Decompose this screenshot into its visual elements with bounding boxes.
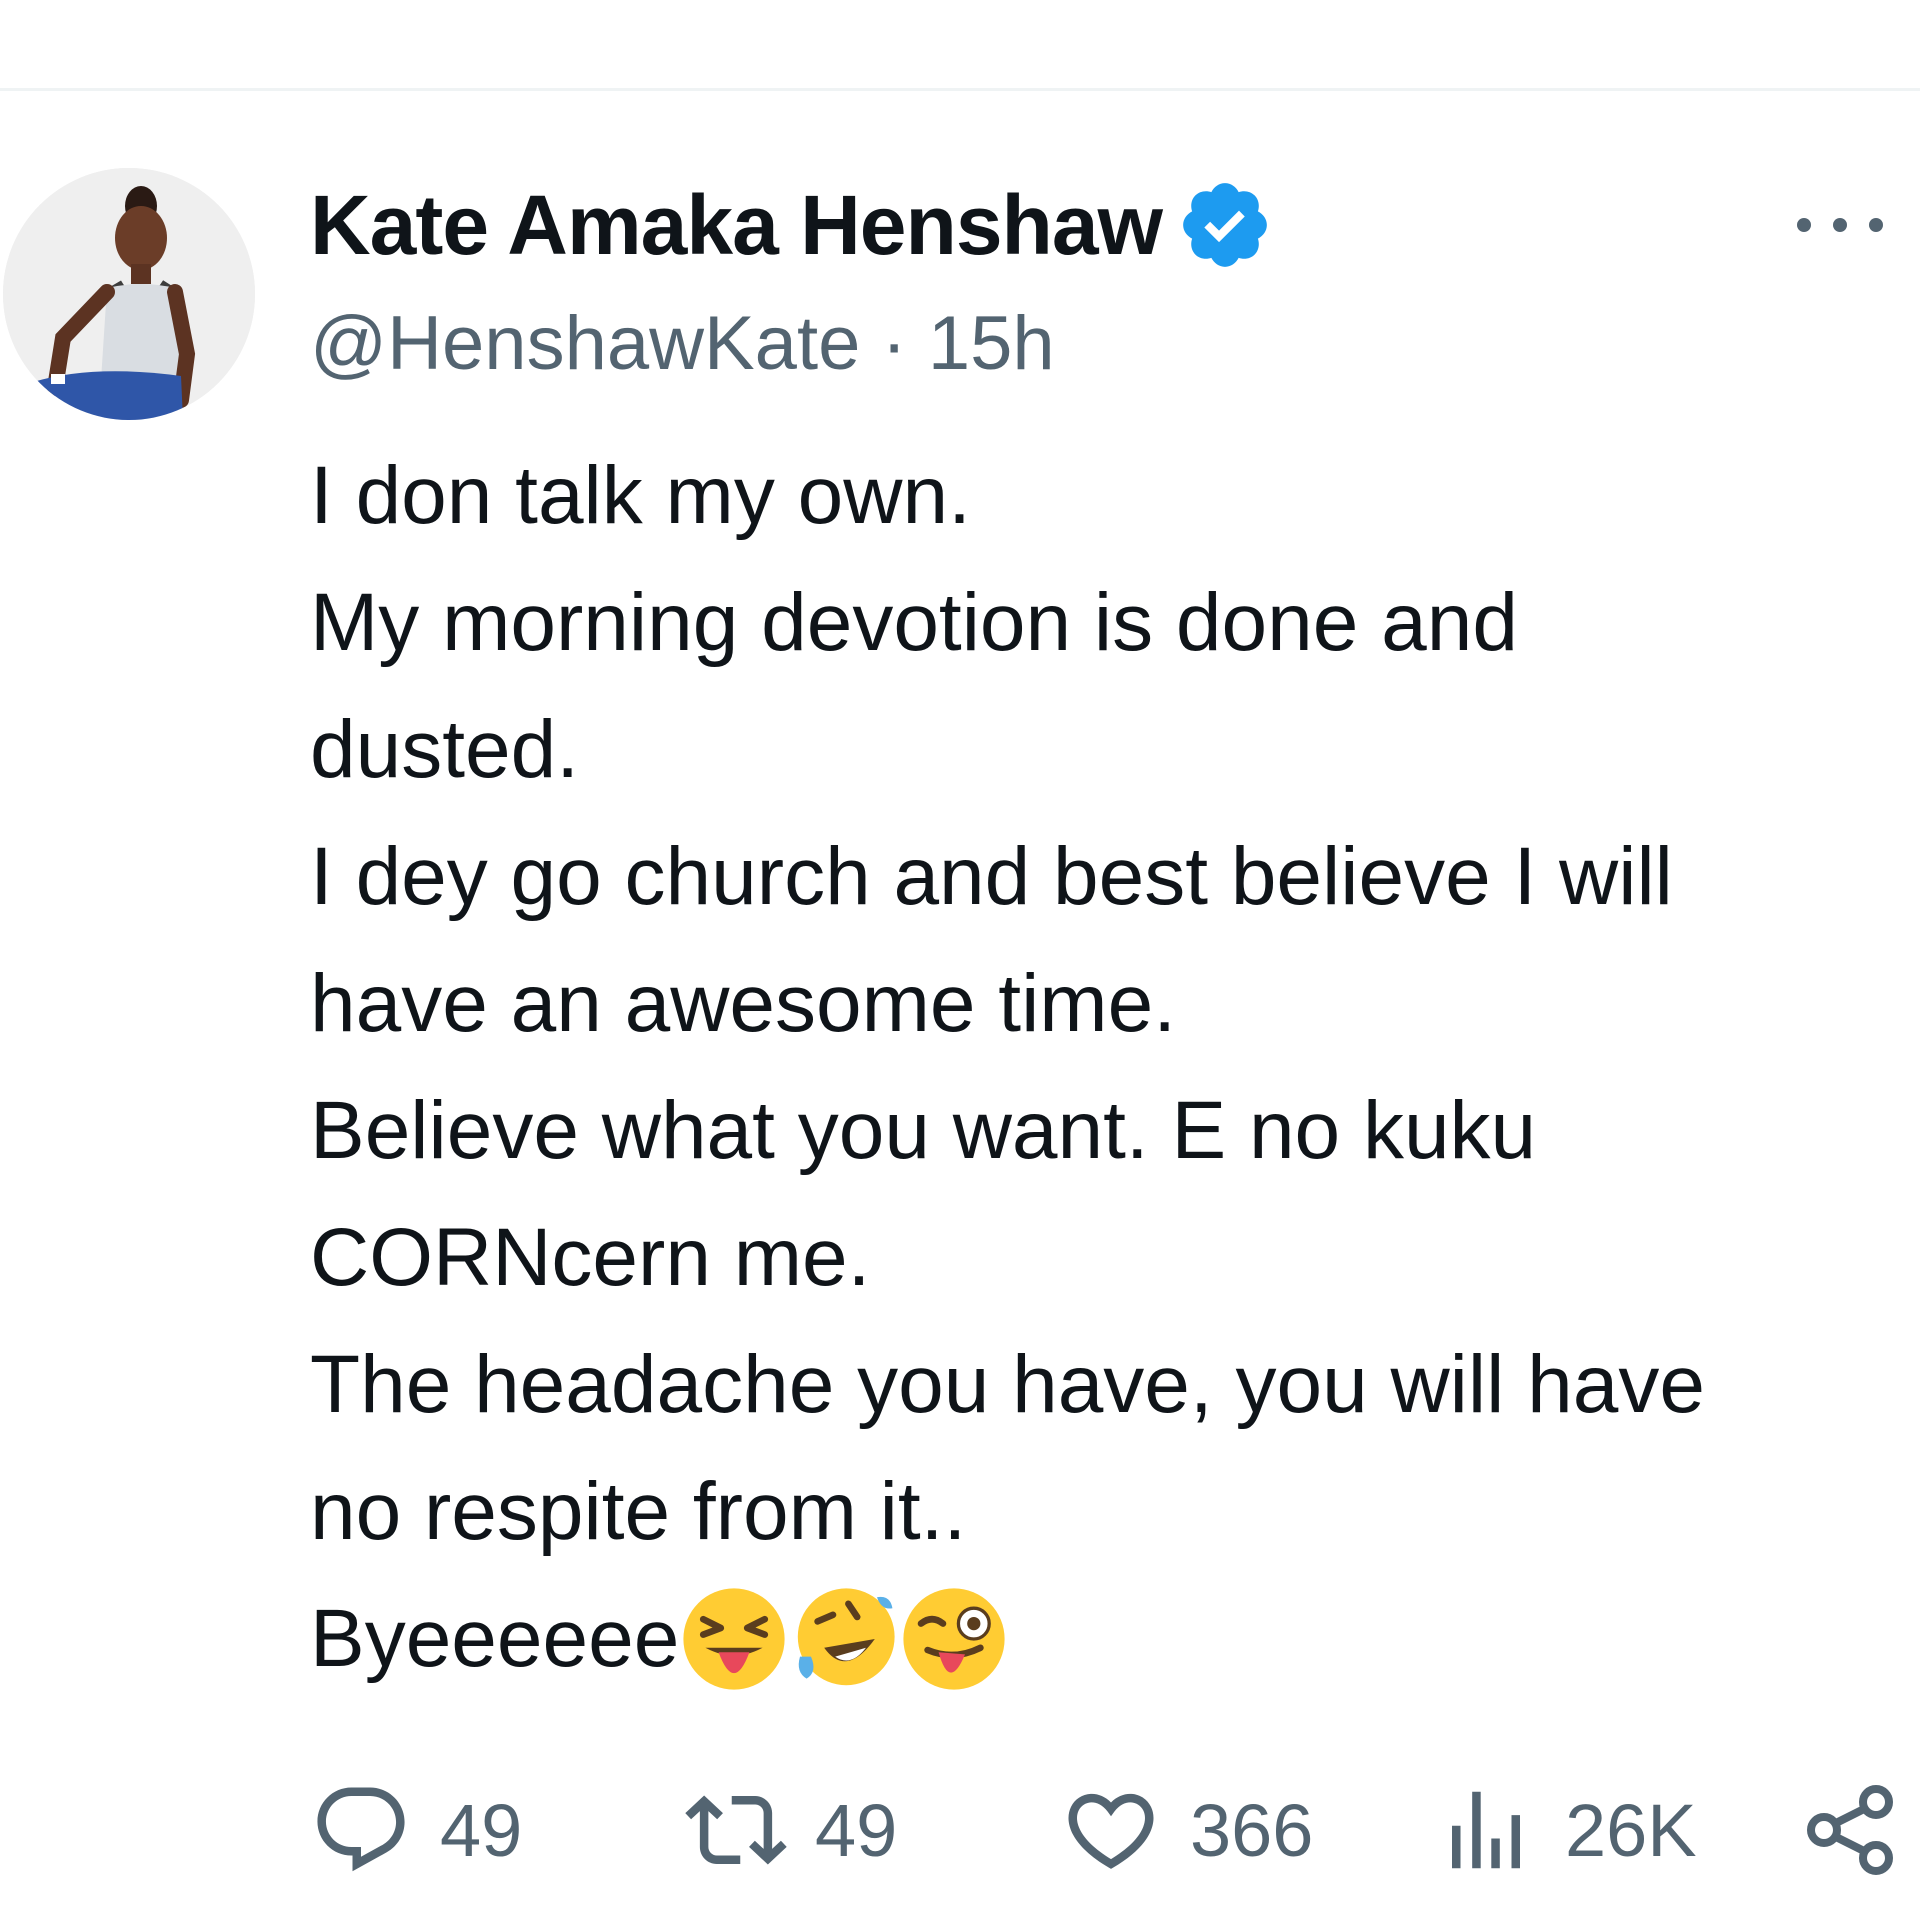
more-dots-icon[interactable] [1790, 205, 1890, 245]
like-button[interactable]: 366 [1060, 1770, 1313, 1890]
repost-button[interactable]: 49 [685, 1770, 897, 1890]
bar-chart-icon [1452, 1791, 1520, 1869]
tweet-line: My morning devotion is done and [310, 577, 1518, 668]
tweet-line: I dey go church and best believe I will [310, 831, 1673, 922]
timestamp[interactable]: 15h [928, 301, 1055, 386]
tweet-header: Kate Amaka Henshaw [310, 175, 1900, 275]
tweet-line: no respite from it.. [310, 1466, 967, 1557]
tweet-text: I don talk my own. My morning devotion i… [310, 432, 1910, 1702]
views-button[interactable]: 26K [1435, 1770, 1697, 1890]
tweet-line: I don talk my own. [310, 450, 971, 541]
tweet-line: have an awesome time. [310, 958, 1177, 1049]
tweet-line: CORNcern me. [310, 1212, 871, 1303]
tweet-line-text: Byeeeeee [310, 1593, 680, 1684]
heart-icon [1068, 1793, 1154, 1869]
tweet-actions: 49 49 366 26K [310, 1770, 1910, 1890]
name-row: Kate Amaka Henshaw [310, 175, 1900, 275]
repost-count: 49 [815, 1788, 898, 1872]
reply-count: 49 [440, 1788, 523, 1872]
handle-row: @HenshawKate · 15h [310, 300, 1055, 387]
zany-face-icon [903, 1587, 1005, 1690]
rolling-on-floor-laughing-icon [798, 1587, 895, 1685]
tweet-line: Believe what you want. E no kuku [310, 1085, 1537, 1176]
separator-dot: · [860, 301, 928, 386]
user-handle[interactable]: @HenshawKate [310, 301, 860, 386]
top-bar [0, 0, 1920, 88]
share-icon [1807, 1785, 1893, 1875]
avatar-photo [3, 168, 255, 420]
squinting-face-with-tongue-icon [683, 1587, 785, 1690]
divider [0, 88, 1920, 91]
verified-badge-icon[interactable] [1176, 176, 1274, 274]
tweet-line: dusted. [310, 704, 579, 795]
display-name[interactable]: Kate Amaka Henshaw [310, 177, 1163, 274]
like-count: 366 [1190, 1788, 1314, 1872]
views-count: 26K [1565, 1788, 1697, 1872]
tweet-line: Byeeeeee [310, 1575, 1910, 1702]
share-button[interactable] [1800, 1770, 1900, 1890]
reply-button[interactable]: 49 [310, 1770, 522, 1890]
speech-bubble-icon [317, 1787, 405, 1872]
repost-arrows-icon [685, 1795, 787, 1865]
tweet-line: The headache you have, you will have [310, 1339, 1705, 1430]
avatar[interactable] [3, 168, 255, 420]
